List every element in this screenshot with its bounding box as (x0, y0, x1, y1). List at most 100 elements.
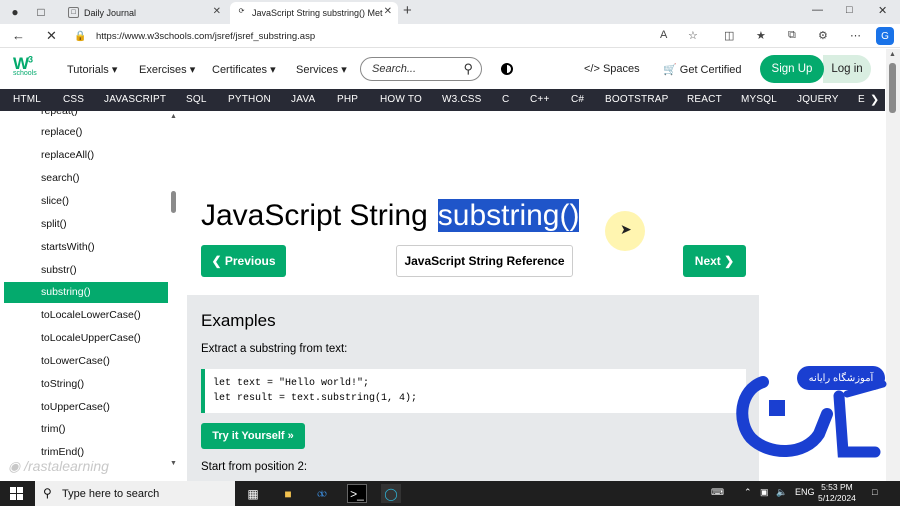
loading-icon: ⟳ (238, 8, 245, 15)
try-it-yourself-button[interactable]: Try it Yourself » (201, 423, 305, 449)
more-menu-icon[interactable]: ⋯ (850, 29, 861, 42)
sidebar-item-tolowercase[interactable]: toLowerCase() (4, 351, 168, 372)
w3schools-logo[interactable]: W3 schools (13, 54, 45, 84)
log-in-button[interactable]: Log in (823, 55, 871, 83)
search-icon[interactable]: ⚲ (463, 61, 473, 77)
tab-actions-icon[interactable]: □ (32, 3, 50, 21)
topic-csharp[interactable]: C# (571, 94, 584, 105)
topic-c[interactable]: C (502, 94, 509, 105)
back-icon[interactable]: ← (12, 28, 25, 43)
sidebar-item-replaceall[interactable]: replaceAll() (4, 145, 168, 166)
topic-php[interactable]: PHP (337, 94, 358, 105)
topic-mysql[interactable]: MYSQL (741, 94, 777, 105)
topic-more[interactable]: E (858, 94, 865, 105)
file-explorer-icon[interactable]: ■ (278, 484, 298, 503)
sidebar-item-trim[interactable]: trim() (4, 419, 168, 440)
get-certified-label: Get Certified (679, 64, 742, 76)
topic-cpp[interactable]: C++ (530, 94, 550, 105)
keyboard-icon[interactable]: ⌨ (711, 487, 724, 498)
close-tab-icon[interactable]: ✕ (384, 6, 392, 17)
scrollbar-thumb[interactable] (889, 63, 896, 113)
close-window-icon[interactable]: ✕ (878, 4, 887, 17)
topic-bootstrap[interactable]: BOOTSTRAP (605, 94, 668, 105)
topic-java[interactable]: JAVA (291, 94, 315, 105)
favorites-icon[interactable]: ★ (756, 29, 766, 42)
edge-browser-icon[interactable]: ◯ (381, 484, 401, 503)
menu-tutorials[interactable]: Tutorials ▾ (67, 63, 117, 76)
maximize-icon[interactable]: □ (846, 4, 853, 16)
system-clock[interactable]: 5:53 PM 5/12/2024 (818, 482, 856, 504)
mouse-pointer-icon: ➤ (620, 221, 632, 237)
scrollbar-thumb[interactable] (171, 191, 176, 213)
menu-certificates[interactable]: Certificates ▾ (212, 63, 276, 76)
sidebar-nav: repeat() replace() replaceAll() search()… (0, 111, 168, 481)
tab-substring[interactable]: ⟳ JavaScript String substring() Met ✕ (230, 2, 398, 24)
favorite-star-icon[interactable]: ☆ (688, 29, 698, 42)
search-icon: ⚲ (43, 486, 52, 500)
topic-react[interactable]: REACT (687, 94, 722, 105)
new-tab-icon[interactable]: + (403, 2, 412, 19)
read-aloud-icon[interactable]: A (660, 29, 667, 41)
page-title: JavaScript String substring() (201, 199, 580, 233)
scroll-up-icon[interactable]: ▲ (170, 113, 177, 120)
sidebar-scrollbar[interactable]: ▲ ▼ (169, 111, 179, 481)
search-input[interactable]: Search... ⚲ (360, 57, 482, 81)
sidebar-item-substr[interactable]: substr() (4, 260, 168, 281)
menu-label: Tutorials (67, 64, 109, 76)
sidebar-item-tostring[interactable]: toString() (4, 374, 168, 395)
sidebar-item-replace[interactable]: replace() (4, 122, 168, 143)
sidebar-item-repeat[interactable]: repeat() (4, 111, 168, 122)
topic-html[interactable]: HTML (13, 94, 41, 105)
profile-icon[interactable]: ● (6, 3, 24, 21)
minimize-icon[interactable]: — (812, 4, 823, 16)
sidebar-item-tolocaleuppercase[interactable]: toLocaleUpperCase() (4, 328, 168, 349)
tab-title: JavaScript String substring() Met (252, 8, 383, 18)
menu-label: Services (296, 64, 339, 76)
terminal-icon[interactable]: >_ (347, 484, 367, 503)
scroll-down-icon[interactable]: ▼ (170, 460, 177, 467)
show-hidden-icons-chevron-icon[interactable]: ⌃ (744, 487, 752, 498)
topic-how-to[interactable]: HOW TO (380, 94, 422, 105)
spaces-link[interactable]: </> Spaces (584, 63, 640, 75)
topic-jquery[interactable]: JQUERY (797, 94, 839, 105)
windows-start-icon[interactable] (10, 487, 23, 500)
url-field[interactable]: 🔒 https://www.w3schools.com/jsref/jsref_… (74, 26, 634, 46)
topic-sql[interactable]: SQL (186, 94, 207, 105)
sign-up-button[interactable]: Sign Up (760, 55, 824, 83)
sidebar-item-startswith[interactable]: startsWith() (4, 237, 168, 258)
dark-mode-toggle-icon[interactable] (501, 63, 513, 75)
language-indicator[interactable]: ENG (795, 487, 815, 497)
menu-exercises[interactable]: Exercises ▾ (139, 63, 195, 76)
sidebar-item-substring[interactable]: substring() (4, 282, 168, 303)
next-button[interactable]: Next ❯ (683, 245, 746, 277)
topic-python[interactable]: PYTHON (228, 94, 271, 105)
site-header: W3 schools Tutorials ▾ Exercises ▾ Certi… (0, 49, 885, 90)
extensions-icon[interactable]: ⚙ (818, 29, 828, 42)
sidebar-item-tolocalelowercase[interactable]: toLocaleLowerCase() (4, 305, 168, 326)
sidebar-item-split[interactable]: split() (4, 214, 168, 235)
get-certified-link[interactable]: 🛒 Get Certified (663, 63, 742, 76)
previous-button[interactable]: ❮ Previous (201, 245, 286, 277)
split-screen-icon[interactable]: ◫ (724, 29, 734, 42)
sidebar-item-slice[interactable]: slice() (4, 191, 168, 212)
notifications-icon[interactable]: □ (872, 487, 877, 497)
network-icon[interactable]: ▣ (760, 487, 769, 498)
string-reference-button[interactable]: JavaScript String Reference (396, 245, 573, 277)
volume-icon[interactable]: 🔈 (776, 487, 787, 498)
sidebar-item-search[interactable]: search() (4, 168, 168, 189)
taskbar-search-input[interactable]: ⚲ Type here to search (35, 481, 235, 506)
vscode-icon[interactable]: ⧞ (312, 484, 332, 503)
task-view-icon[interactable]: ▦ (243, 484, 263, 503)
sidebar-item-touppercase[interactable]: toUpperCase() (4, 397, 168, 418)
menu-services[interactable]: Services ▾ (296, 63, 347, 76)
collections-icon[interactable]: ⧉ (788, 29, 796, 42)
chevron-right-icon[interactable]: ❯ (870, 93, 879, 106)
scroll-up-icon[interactable]: ▲ (889, 51, 896, 58)
close-tab-icon[interactable]: ✕ (213, 6, 221, 17)
stop-icon[interactable]: ✕ (46, 28, 57, 44)
tab-daily-journal[interactable]: □ Daily Journal ✕ (62, 2, 227, 24)
topic-w3css[interactable]: W3.CSS (442, 94, 482, 105)
topic-javascript[interactable]: JAVASCRIPT (104, 94, 166, 105)
topic-css[interactable]: CSS (63, 94, 84, 105)
copilot-icon[interactable]: G (876, 27, 894, 45)
